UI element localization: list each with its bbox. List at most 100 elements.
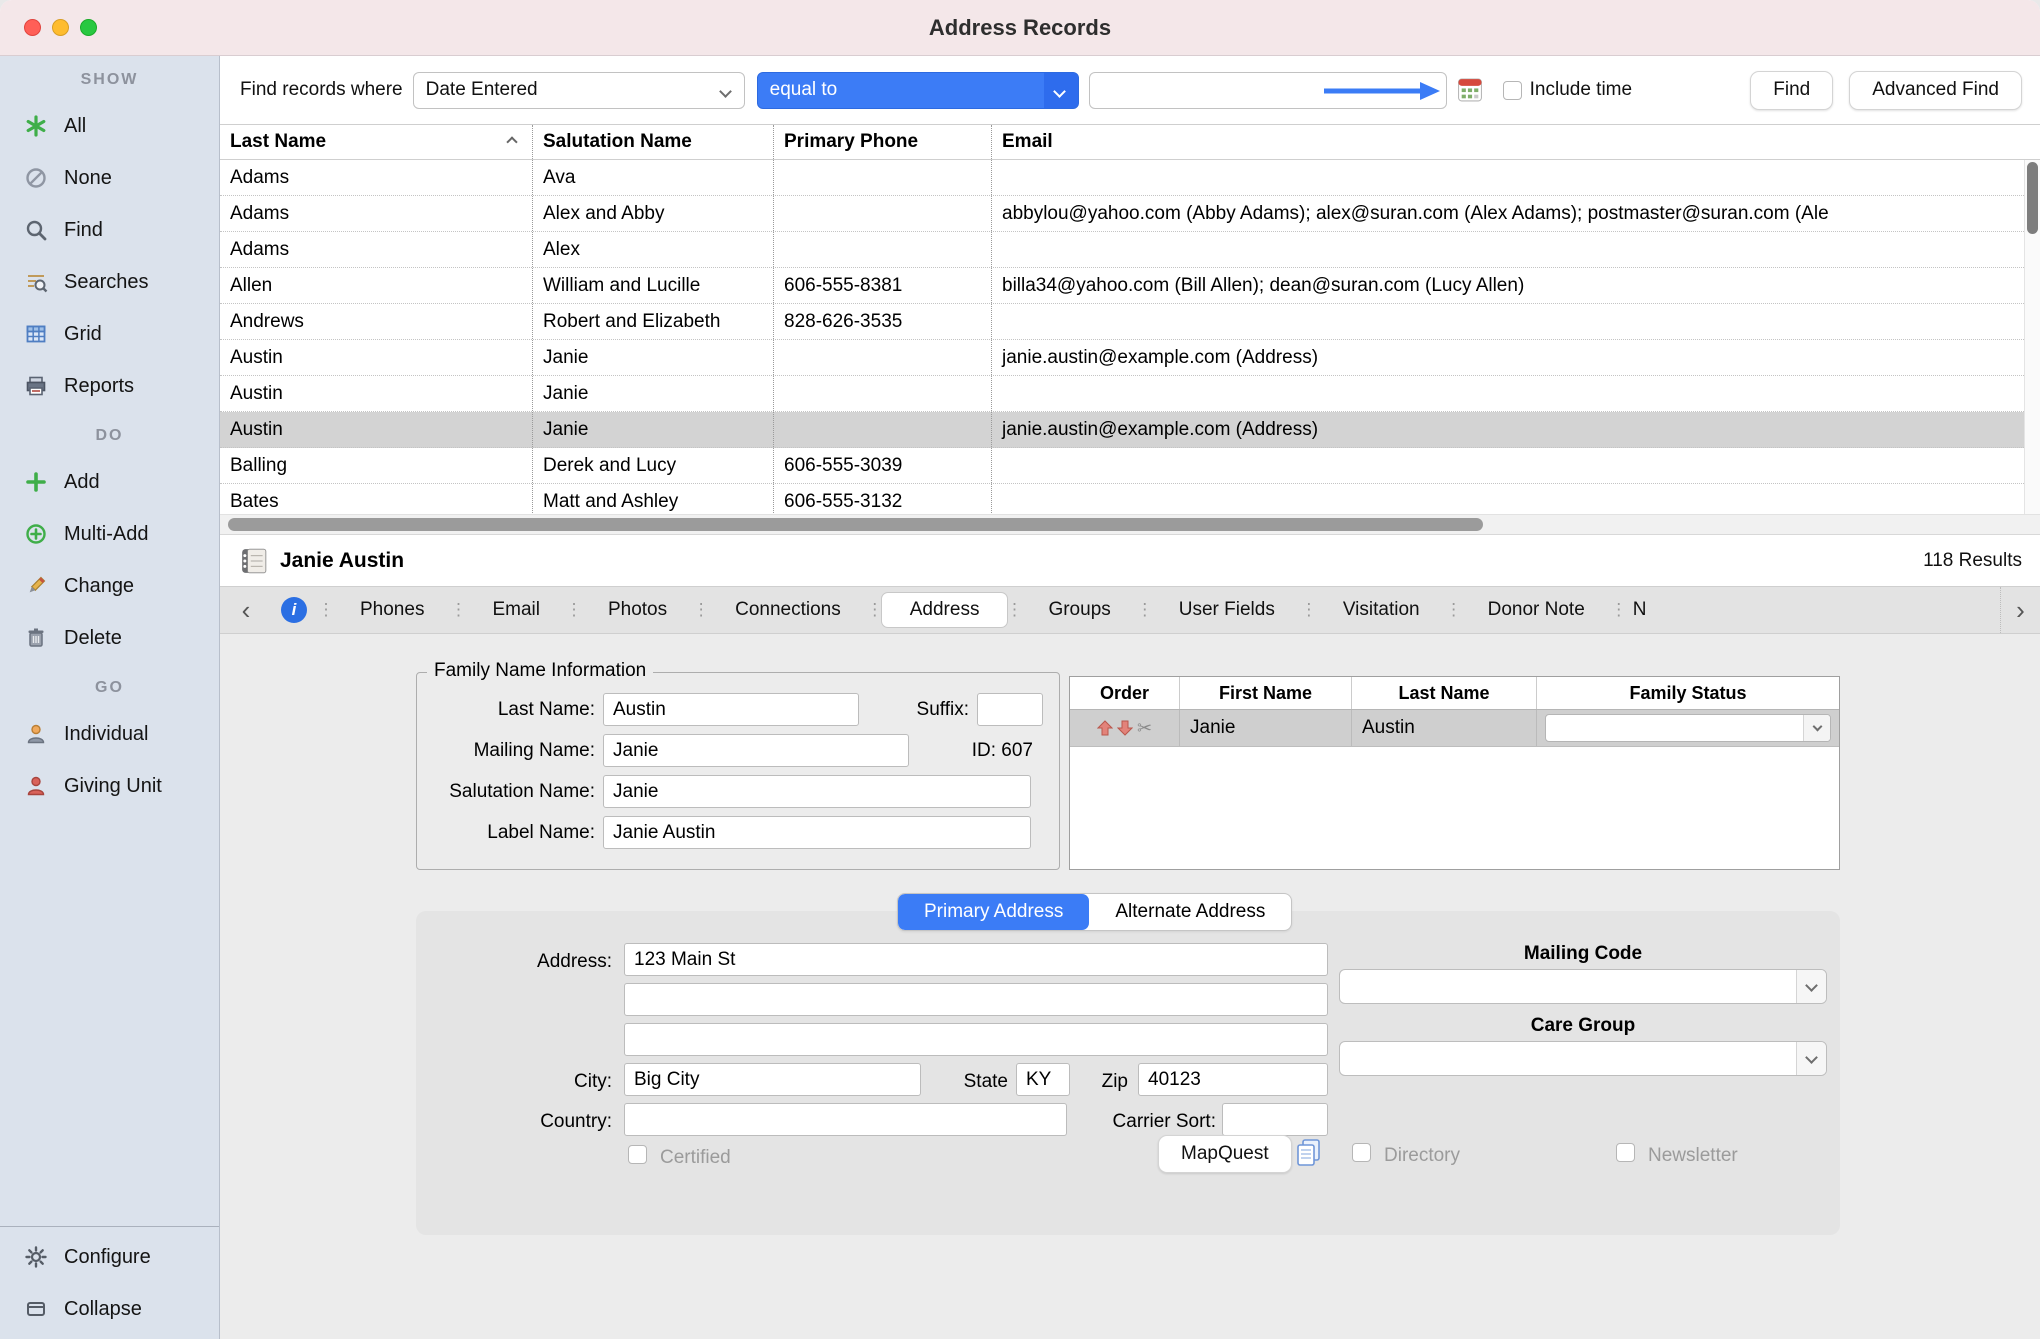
sidebar-item-change[interactable]: Change [0,560,219,612]
horizontal-scrollbar[interactable] [220,514,2040,534]
cell-phone [774,412,992,447]
tab-next-truncated[interactable]: N [1623,587,1651,633]
sidebar-item-individual[interactable]: Individual [0,708,219,760]
sidebar-item-find[interactable]: Find [0,204,219,256]
tab-user-fields[interactable]: User Fields [1149,587,1305,633]
include-time-checkbox[interactable] [1503,81,1522,100]
address-line1-field[interactable] [624,943,1328,976]
horizontal-scrollbar-thumb[interactable] [228,518,1483,531]
tab-label: Visitation [1343,599,1420,621]
cell-last-name: Adams [220,160,533,195]
sidebar-item-reports[interactable]: Reports [0,360,219,412]
table-row[interactable]: Austin Janie [220,376,2040,412]
city-field[interactable] [624,1063,921,1096]
primary-address-panel: Address: City: State Zip Country: Carrie… [416,911,1840,1235]
mailing-code-select[interactable] [1339,969,1827,1004]
table-row-selected[interactable]: Austin Janie janie.austin@example.com (A… [220,412,2040,448]
tab-visitation[interactable]: Visitation [1313,587,1450,633]
tab-email[interactable]: Email [462,587,570,633]
scissors-icon[interactable]: ✂ [1137,718,1152,739]
carrier-sort-label: Carrier Sort: [1056,1111,1216,1133]
sidebar-item-giving-unit[interactable]: Giving Unit [0,760,219,812]
advanced-find-button[interactable]: Advanced Find [1849,71,2022,110]
address-segmented-control: Primary Address Alternate Address [897,893,1292,931]
sidebar-item-none[interactable]: None [0,152,219,204]
address-label: Address: [416,951,612,973]
family-status-select[interactable] [1545,714,1831,742]
table-row[interactable]: Bates Matt and Ashley 606-555-3132 [220,484,2040,514]
address-line3-field[interactable] [624,1023,1328,1056]
tab-photos[interactable]: Photos [578,587,697,633]
find-operator-select[interactable]: equal to [757,72,1079,109]
chevron-right-icon: › [2016,595,2025,626]
member-last-name: Austin [1352,710,1537,746]
table-row[interactable]: Adams Alex [220,232,2040,268]
tab-connections[interactable]: Connections [705,587,871,633]
column-header-label: Primary Phone [784,131,918,153]
mailing-name-field[interactable] [603,734,909,767]
sidebar-item-label: Individual [64,723,149,746]
tab-donor-note[interactable]: Donor Note [1458,587,1615,633]
table-row[interactable]: Balling Derek and Lucy 606-555-3039 [220,448,2040,484]
zip-field[interactable] [1138,1063,1328,1096]
care-group-select[interactable] [1339,1041,1827,1076]
table-row[interactable]: Allen William and Lucille 606-555-8381 b… [220,268,2040,304]
tabs-scroll-right-button[interactable]: › [2000,587,2040,633]
table-row[interactable]: Austin Janie janie.austin@example.com (A… [220,340,2040,376]
tabs-scroll-left-button[interactable]: ‹ [226,587,266,633]
table-row[interactable]: Adams Alex and Abby abbylou@yahoo.com (A… [220,196,2040,232]
sidebar-item-label: None [64,167,112,190]
tab-info[interactable]: i [266,587,322,633]
sidebar-item-collapse[interactable]: Collapse [0,1283,219,1335]
detail-tabbar: ‹ i ⋮ Phones ⋮ Email ⋮ Photos ⋮ Connecti… [220,586,2040,634]
titlebar: Address Records [0,0,2040,56]
alternate-address-segment[interactable]: Alternate Address [1089,894,1291,930]
primary-address-segment[interactable]: Primary Address [898,894,1089,930]
table-row[interactable]: Adams Ava [220,160,2040,196]
newsletter-checkbox[interactable] [1616,1143,1635,1162]
country-field[interactable] [624,1103,1067,1136]
sidebar-item-all[interactable]: All [0,100,219,152]
certified-checkbox[interactable] [628,1145,647,1164]
tab-label: Phones [360,599,424,621]
address-line2-field[interactable] [624,983,1328,1016]
suffix-field[interactable] [977,693,1043,726]
last-name-field[interactable] [603,693,859,726]
calendar-icon[interactable] [1457,77,1483,103]
members-column-last-name: Last Name [1352,677,1537,709]
sidebar-item-searches[interactable]: Searches [0,256,219,308]
find-field-select[interactable]: Date Entered [413,72,745,109]
sidebar-item-configure[interactable]: Configure [0,1231,219,1283]
sidebar-item-delete[interactable]: Delete [0,612,219,664]
salutation-name-field[interactable] [603,775,1031,808]
column-header-salutation-name[interactable]: Salutation Name [533,125,774,159]
sidebar-item-multi-add[interactable]: Multi-Add [0,508,219,560]
chevron-down-icon [1805,1051,1818,1064]
close-button[interactable] [24,19,41,36]
sidebar-item-add[interactable]: Add [0,456,219,508]
vertical-scrollbar-thumb[interactable] [2027,162,2038,234]
minimize-button[interactable] [52,19,69,36]
move-down-icon[interactable] [1117,720,1133,736]
tab-phones[interactable]: Phones [330,587,454,633]
find-value-field[interactable] [1089,72,1447,109]
tab-address[interactable]: Address [881,592,1009,628]
member-row-selected[interactable]: ✂ Janie Austin [1070,710,1839,747]
vertical-scrollbar[interactable] [2024,160,2040,514]
cell-email: janie.austin@example.com (Address) [992,340,2040,375]
mapquest-button[interactable]: MapQuest [1158,1135,1292,1173]
tab-groups[interactable]: Groups [1018,587,1140,633]
find-button[interactable]: Find [1750,71,1833,110]
table-row[interactable]: Andrews Robert and Elizabeth 828-626-353… [220,304,2040,340]
label-name-field[interactable] [603,816,1031,849]
sidebar-item-grid[interactable]: Grid [0,308,219,360]
carrier-sort-field[interactable] [1222,1103,1328,1136]
copy-address-icon[interactable] [1294,1137,1324,1169]
directory-checkbox[interactable] [1352,1143,1371,1162]
zoom-button[interactable] [80,19,97,36]
column-header-primary-phone[interactable]: Primary Phone [774,125,992,159]
state-field[interactable] [1016,1063,1070,1096]
move-up-icon[interactable] [1097,720,1113,736]
column-header-email[interactable]: Email [992,125,2040,159]
column-header-last-name[interactable]: Last Name [220,125,533,159]
